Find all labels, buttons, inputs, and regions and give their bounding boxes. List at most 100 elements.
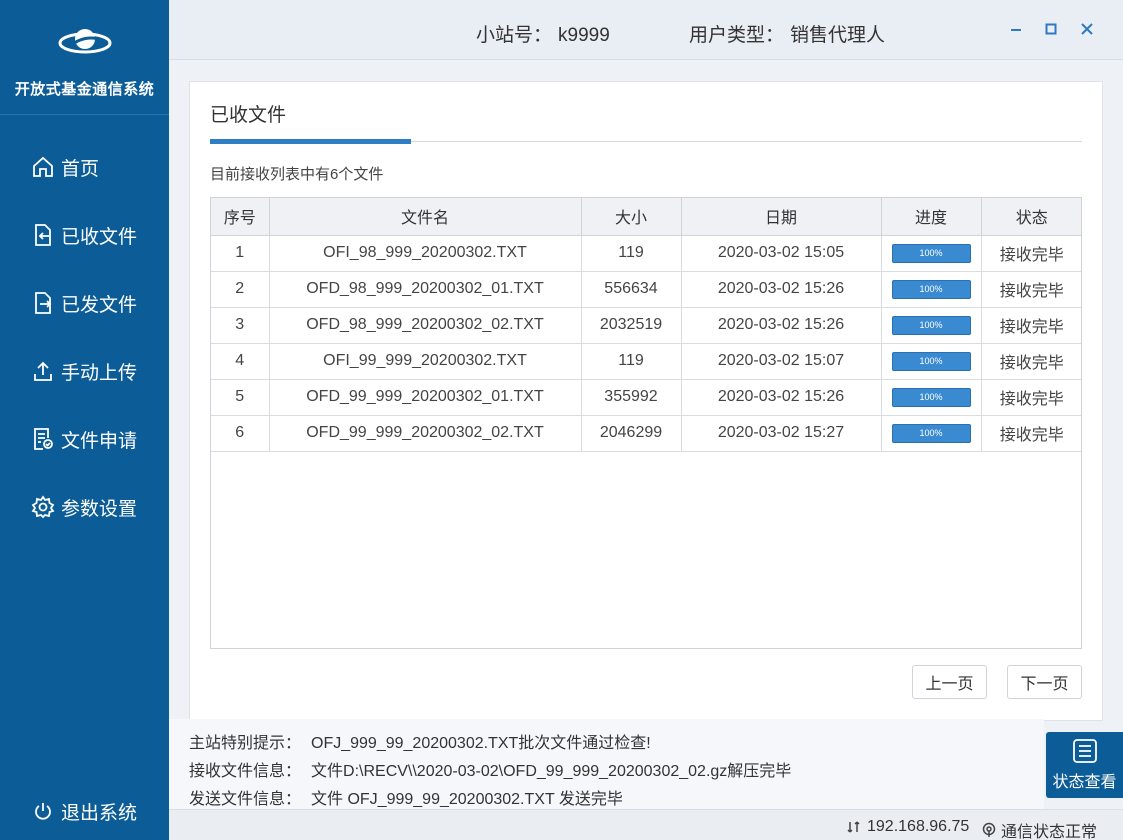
cell-status: 接收完毕 — [981, 271, 1081, 308]
cell-size: 556634 — [581, 271, 682, 308]
cell-filename: OFI_99_999_20200302.TXT — [269, 343, 582, 380]
table-row[interactable]: 4 OFI_99_999_20200302.TXT 119 2020-03-02… — [211, 343, 1081, 380]
station-value: k9999 — [558, 25, 610, 46]
close-icon — [1081, 23, 1093, 35]
progress-bar: 100% — [891, 279, 971, 299]
progress-bar: 100% — [891, 423, 971, 443]
column-header[interactable]: 状态 — [981, 198, 1081, 236]
notice-label: 主站特别提示： — [189, 735, 302, 752]
table-row[interactable]: 5 OFD_99_999_20200302_01.TXT 355992 2020… — [211, 379, 1081, 416]
header: 小站号： k9999 用户类型： 销售代理人 — [169, 0, 1123, 60]
list-icon — [1072, 739, 1097, 763]
power-icon — [35, 803, 51, 820]
home-icon — [33, 156, 53, 177]
file-received-icon — [35, 224, 51, 246]
ip-address: 192.168.96.75 — [867, 818, 970, 835]
close-button[interactable] — [1076, 18, 1098, 40]
cell-no: 3 — [211, 307, 270, 344]
connection-status: 通信状态正常 — [1001, 824, 1098, 840]
maximize-button[interactable] — [1040, 18, 1062, 40]
sidebar-item-label: 文件申请 — [61, 430, 138, 452]
cell-size: 2046299 — [581, 415, 682, 452]
table-row[interactable]: 2 OFD_98_999_20200302_01.TXT 556634 2020… — [211, 271, 1081, 308]
sidebar-nav: 首页 已收文件 已发文件 手动上传 文件申请 参数设置 — [0, 115, 169, 541]
usertype-label: 用户类型： — [689, 25, 785, 46]
cell-no: 2 — [211, 271, 270, 308]
cell-status: 接收完毕 — [981, 307, 1081, 344]
page-title: 已收文件 — [210, 105, 287, 126]
column-header[interactable]: 文件名 — [269, 198, 582, 236]
send-label: 发送文件信息： — [189, 791, 302, 808]
table-row[interactable]: 1 OFI_98_999_20200302.TXT 119 2020-03-02… — [211, 235, 1081, 272]
cell-filename: OFD_99_999_20200302_02.TXT — [269, 415, 582, 452]
logo-area: 开放式基金通信系统 — [0, 0, 169, 115]
signal-icon — [982, 822, 996, 837]
cell-no: 1 — [211, 235, 270, 272]
sidebar: 开放式基金通信系统 首页 已收文件 已发文件 手动上传 文件申请 参数设置 退出… — [0, 0, 169, 840]
file-sent-icon — [35, 292, 52, 314]
cell-filename: OFD_99_999_20200302_01.TXT — [269, 379, 582, 416]
maximize-icon — [1045, 23, 1057, 35]
cell-status: 接收完毕 — [981, 415, 1081, 452]
cell-date: 2020-03-02 15:07 — [681, 343, 882, 380]
sidebar-item-home[interactable]: 首页 — [0, 133, 169, 201]
recv-message: 接收文件信息： 文件D:\RECV\\2020-03-02\OFD_99_999_… — [189, 757, 791, 781]
progress-bar: 100% — [891, 387, 971, 407]
column-header[interactable]: 大小 — [581, 198, 682, 236]
recv-value: 文件D:\RECV\\2020-03-02\OFD_99_999_2020030… — [311, 763, 792, 780]
sidebar-item-file-request[interactable]: 文件申请 — [0, 405, 169, 473]
notice-value: OFJ_999_99_20200302.TXT批次文件通过检查! — [311, 735, 651, 752]
cell-status: 接收完毕 — [981, 379, 1081, 416]
status-bar: 192.168.96.75 通信状态正常 — [169, 809, 1123, 840]
minimize-button[interactable] — [1005, 18, 1027, 40]
column-header[interactable]: 序号 — [211, 198, 270, 236]
sidebar-item-label: 已收文件 — [61, 226, 138, 248]
column-header[interactable]: 日期 — [681, 198, 882, 236]
files-table-container[interactable]: 序号 文件名 大小 日期 进度 状态 1 OFI_98_999_20200302… — [210, 197, 1082, 649]
ip-info: 192.168.96.75 — [847, 818, 969, 836]
file-count-text: 目前接收列表中有6个文件 — [210, 166, 384, 183]
cell-progress: 100% — [881, 235, 982, 272]
sidebar-item-label: 手动上传 — [61, 362, 138, 384]
station-info: 小站号： k9999 — [476, 20, 610, 47]
progress-bar: 100% — [891, 315, 971, 335]
cell-filename: OFD_98_999_20200302_02.TXT — [269, 307, 582, 344]
cell-date: 2020-03-02 15:27 — [681, 415, 882, 452]
cell-date: 2020-03-02 15:26 — [681, 271, 882, 308]
cell-size: 119 — [581, 235, 682, 272]
table-row[interactable]: 3 OFD_98_999_20200302_02.TXT 2032519 202… — [211, 307, 1081, 344]
notice-message: 主站特别提示： OFJ_999_99_20200302.TXT批次文件通过检查! — [189, 729, 651, 753]
usertype-value: 销售代理人 — [790, 25, 886, 46]
table-header-row: 序号 文件名 大小 日期 进度 状态 — [211, 198, 1081, 236]
logout-button[interactable]: 退出系统 — [0, 782, 169, 840]
recv-label: 接收文件信息： — [189, 763, 302, 780]
sidebar-item-upload[interactable]: 手动上传 — [0, 337, 169, 405]
progress-bar: 100% — [891, 351, 971, 371]
column-header[interactable]: 进度 — [881, 198, 982, 236]
file-request-icon — [34, 428, 53, 450]
cell-progress: 100% — [881, 307, 982, 344]
cell-size: 355992 — [581, 379, 682, 416]
prev-page-button[interactable]: 上一页 — [912, 665, 987, 699]
send-message: 发送文件信息： 文件 OFJ_999_99_20200302.TXT 发送完毕 — [189, 785, 623, 809]
message-area: 主站特别提示： OFJ_999_99_20200302.TXT批次文件通过检查! … — [169, 719, 1044, 809]
minimize-icon — [1011, 29, 1021, 31]
cell-date: 2020-03-02 15:26 — [681, 379, 882, 416]
status-view-label: 状态查看 — [1052, 774, 1117, 791]
network-icon — [847, 821, 860, 833]
table-row[interactable]: 6 OFD_99_999_20200302_02.TXT 2046299 202… — [211, 415, 1081, 452]
next-page-button[interactable]: 下一页 — [1007, 665, 1082, 699]
cell-no: 5 — [211, 379, 270, 416]
cell-no: 4 — [211, 343, 270, 380]
sidebar-item-sent[interactable]: 已发文件 — [0, 269, 169, 337]
sidebar-item-settings[interactable]: 参数设置 — [0, 473, 169, 541]
sidebar-item-received[interactable]: 已收文件 — [0, 201, 169, 269]
app-logo-icon — [58, 29, 111, 54]
cell-no: 6 — [211, 415, 270, 452]
cell-status: 接收完毕 — [981, 343, 1081, 380]
cell-status: 接收完毕 — [981, 235, 1081, 272]
cell-progress: 100% — [881, 415, 982, 452]
cell-filename: OFD_98_999_20200302_01.TXT — [269, 271, 582, 308]
cell-date: 2020-03-02 15:05 — [681, 235, 882, 272]
status-view-button[interactable]: 状态查看 — [1046, 732, 1123, 798]
